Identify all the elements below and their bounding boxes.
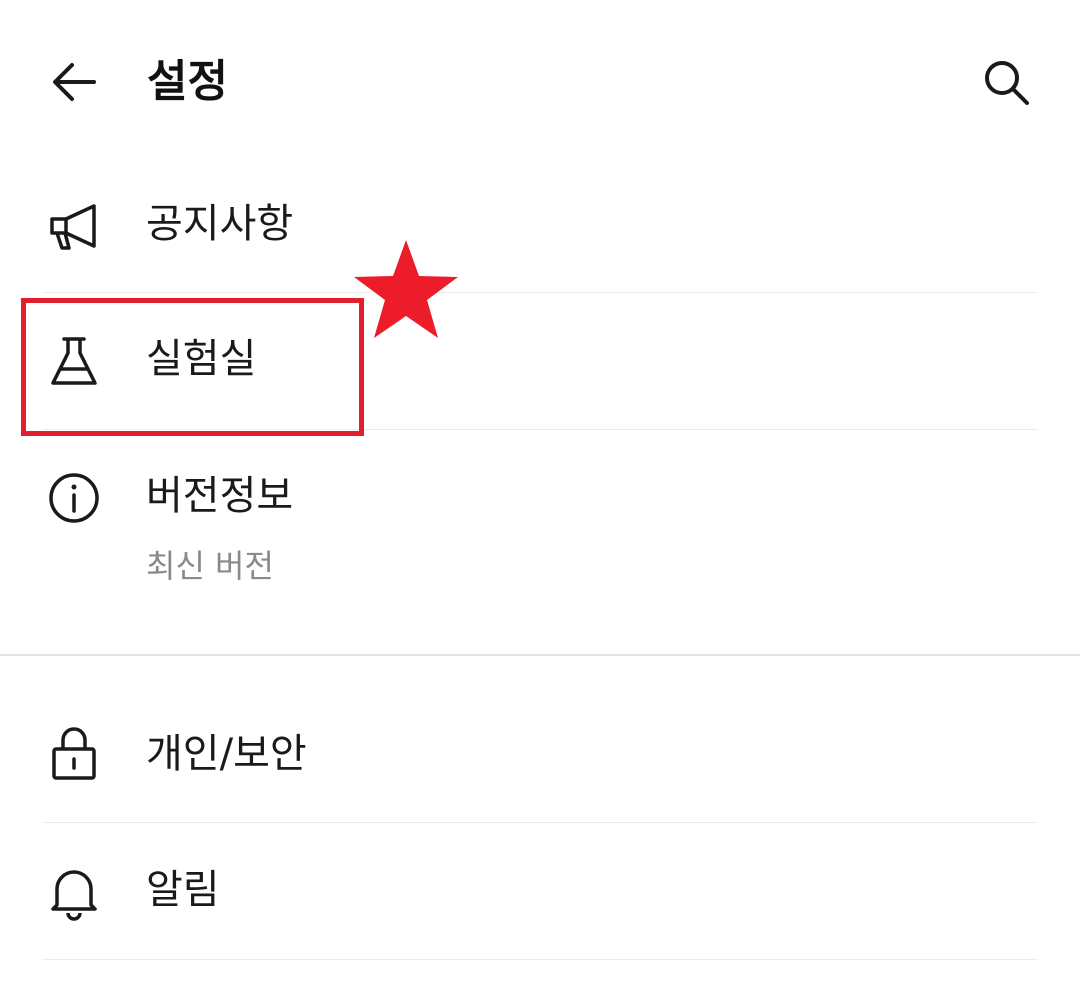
search-icon: [985, 61, 1029, 105]
megaphone-icon: [50, 204, 96, 250]
settings-item-version[interactable]: 버전정보 최신 버전: [0, 430, 1080, 654]
divider: [42, 959, 1038, 960]
highlight-box: [21, 298, 364, 436]
arrow-left-icon: [53, 63, 96, 101]
page-title: 설정: [147, 56, 228, 107]
bell-icon: [51, 870, 97, 921]
back-button[interactable]: [44, 52, 104, 112]
settings-item-notices[interactable]: 공지사항: [0, 165, 1080, 293]
search-button[interactable]: [976, 52, 1036, 112]
settings-item-privacy[interactable]: 개인/보안: [0, 656, 1080, 822]
info-icon: [49, 473, 99, 523]
star-icon: [354, 240, 458, 338]
app-header: 설정: [0, 0, 1080, 165]
settings-item-label: 공지사항: [146, 201, 294, 247]
version-status: 최신 버전: [146, 547, 274, 585]
settings-item-label: 알림: [146, 867, 220, 913]
settings-item-notifications[interactable]: 알림: [0, 823, 1080, 959]
settings-item-label: 개인/보안: [146, 731, 307, 777]
settings-item-label: 버전정보: [146, 473, 294, 519]
lock-icon: [52, 727, 96, 780]
